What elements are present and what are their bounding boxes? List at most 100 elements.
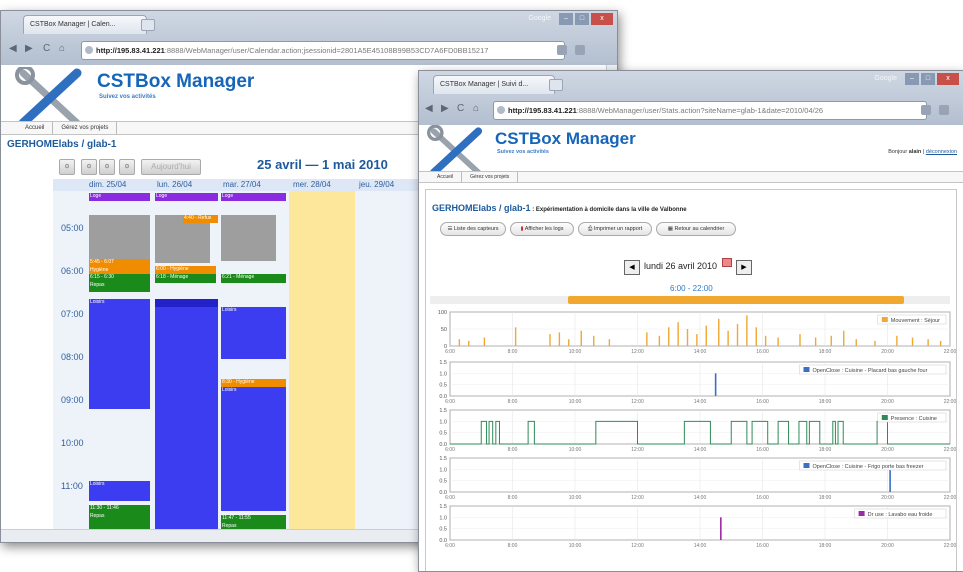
calendar-picker-icon[interactable]: [722, 258, 732, 267]
event-loisirs[interactable]: [155, 307, 218, 539]
event-loge[interactable]: Loge: [221, 193, 286, 201]
event-hygiene[interactable]: Hygiène: [89, 267, 150, 274]
logout-link[interactable]: déconnexion: [926, 149, 957, 155]
minimize-icon[interactable]: –: [905, 73, 919, 85]
y-tick-label: 1.0: [439, 515, 447, 521]
menu-item-projets[interactable]: Gérez vos projets: [462, 172, 519, 182]
movement-bar: [593, 335, 595, 346]
event-repas[interactable]: 6:15 - 6:30: [89, 274, 150, 282]
address-bar[interactable]: http://195.83.41.221:8888/WebManager/use…: [493, 101, 927, 120]
sensor-list-button[interactable]: ☰ Liste des capteurs: [440, 222, 506, 236]
event-loge[interactable]: Loge: [89, 193, 150, 201]
page-menu-icon[interactable]: [557, 45, 567, 55]
forward-icon[interactable]: ▶: [441, 103, 449, 114]
window-controls: Google – □ x: [528, 11, 613, 27]
event-repas[interactable]: 6:21 - Ménage: [221, 274, 286, 283]
legend-label: Presence : Cuisine: [891, 416, 937, 422]
back-icon[interactable]: ◀: [425, 103, 433, 114]
event-hygiene[interactable]: 5:45 - 6:07: [89, 259, 150, 267]
event-repas[interactable]: 6:18 - Ménage: [155, 274, 216, 283]
reload-icon[interactable]: C: [43, 43, 50, 54]
event-refus[interactable]: 4:40 - Refus: [183, 215, 218, 223]
tools-menu-icon[interactable]: [939, 105, 949, 115]
breadcrumb-row: GERHOMElabs / glab-1 : Expérimentation à…: [432, 198, 687, 216]
browser-chrome: CSTBox Manager | Calen... Google – □ x ◀…: [1, 11, 617, 65]
star-icon[interactable]: [85, 46, 93, 54]
prev-week-icon[interactable]: ⊙: [81, 159, 97, 175]
next-week-icon[interactable]: ⊙: [99, 159, 115, 175]
stats-browser-window: CSTBox Manager | Suivi d... Google – □ x…: [418, 70, 963, 572]
tools-menu-icon[interactable]: [575, 45, 585, 55]
day-header[interactable]: mar. 27/04: [223, 180, 261, 189]
reload-icon[interactable]: C: [457, 103, 464, 114]
legend-label: OpenClose : Cuisine - Frigo porte bas fr…: [813, 464, 924, 470]
new-tab-button[interactable]: [141, 19, 155, 31]
x-tick-label: 18:00: [819, 349, 832, 355]
event-loisirs[interactable]: Loisirs: [221, 387, 286, 511]
home-icon[interactable]: ⌂: [473, 103, 479, 114]
event-repas[interactable]: 11:30 - 11:46: [89, 505, 150, 513]
show-logs-button[interactable]: ▮ Afficher les logs: [510, 222, 574, 236]
event-loge[interactable]: Loge: [155, 193, 218, 201]
address-bar[interactable]: http://195.83.41.221:8888/WebManager/use…: [81, 41, 565, 60]
event-sleep[interactable]: [221, 215, 276, 261]
close-icon[interactable]: x: [591, 13, 613, 25]
event-repas[interactable]: Repas: [89, 282, 150, 292]
menu-item-projets[interactable]: Gérez vos projets: [53, 122, 118, 134]
page-menu-icon[interactable]: [921, 105, 931, 115]
date-nav: ◀ lundi 26 avril 2010 ▶: [624, 258, 764, 275]
range-slider[interactable]: [568, 296, 904, 304]
next-day-icon[interactable]: ▶: [736, 260, 752, 275]
browser-tab[interactable]: CSTBox Manager | Calen...: [23, 15, 147, 34]
movement-bar: [855, 339, 857, 346]
minimize-icon[interactable]: –: [559, 13, 573, 25]
day-header[interactable]: lun. 26/04: [157, 180, 192, 189]
close-icon[interactable]: x: [937, 73, 959, 85]
menu-item-accueil[interactable]: Accueil: [429, 172, 463, 182]
prev-day-icon[interactable]: ◀: [624, 260, 640, 275]
browser-toolbar: ◀ ▶ C ⌂ http://195.83.41.221:8888/WebMan…: [419, 95, 963, 125]
event-sleep[interactable]: [89, 215, 150, 259]
y-tick-label: 0.5: [439, 479, 447, 485]
maximize-icon[interactable]: □: [575, 13, 589, 25]
event-loisirs[interactable]: [155, 299, 218, 307]
menu-item-accueil[interactable]: Accueil: [17, 122, 54, 134]
x-tick-label: 16:00: [756, 495, 769, 501]
forward-icon[interactable]: ▶: [25, 43, 33, 54]
movement-bar: [658, 335, 661, 346]
browser-tab[interactable]: CSTBox Manager | Suivi d...: [433, 75, 555, 94]
event-loisirs[interactable]: Loisirs: [89, 299, 150, 409]
star-icon[interactable]: [497, 106, 505, 114]
day-header[interactable]: mer. 28/04: [293, 180, 331, 189]
day-header[interactable]: jeu. 29/04: [359, 180, 394, 189]
x-tick-label: 8:00: [508, 543, 518, 549]
movement-bar: [646, 332, 648, 346]
event-loisirs[interactable]: Loisirs: [89, 481, 150, 501]
event-repas[interactable]: 11:47 - 11:55: [221, 515, 286, 523]
print-report-button[interactable]: ⎙ Imprimer un rapport: [578, 222, 652, 236]
x-tick-label: 20:00: [881, 349, 894, 355]
x-tick-label: 14:00: [694, 349, 707, 355]
x-tick-label: 22:00: [944, 543, 956, 549]
legend-swatch: [858, 511, 865, 516]
event-loisirs[interactable]: Loisirs: [221, 307, 286, 359]
x-tick-label: 12:00: [631, 495, 644, 501]
home-icon[interactable]: ⌂: [59, 43, 65, 54]
prev-period-icon[interactable]: ⊙: [59, 159, 75, 175]
breadcrumb: GERHOMElabs / glab-1: [432, 203, 531, 213]
y-tick-label: 1.0: [439, 467, 447, 473]
range-label: 6:00 - 22:00: [670, 284, 713, 293]
event-hygiene[interactable]: 6:00 - Hygiène: [155, 266, 216, 274]
new-tab-button[interactable]: [549, 79, 563, 91]
button-label: Liste des capteurs: [453, 226, 499, 232]
today-button[interactable]: Aujourd'hui: [141, 159, 201, 175]
back-to-calendar-button[interactable]: ▦ Retour au calendrier: [656, 222, 736, 236]
next-period-icon[interactable]: ⊙: [119, 159, 135, 175]
event-hygiene[interactable]: 8:30 - Hygiène: [221, 379, 286, 387]
x-tick-label: 8:00: [508, 447, 518, 453]
day-header[interactable]: dim. 25/04: [89, 180, 126, 189]
back-icon[interactable]: ◀: [9, 43, 17, 54]
x-tick-label: 14:00: [694, 543, 707, 549]
maximize-icon[interactable]: □: [921, 73, 935, 85]
today-column: [289, 191, 355, 537]
